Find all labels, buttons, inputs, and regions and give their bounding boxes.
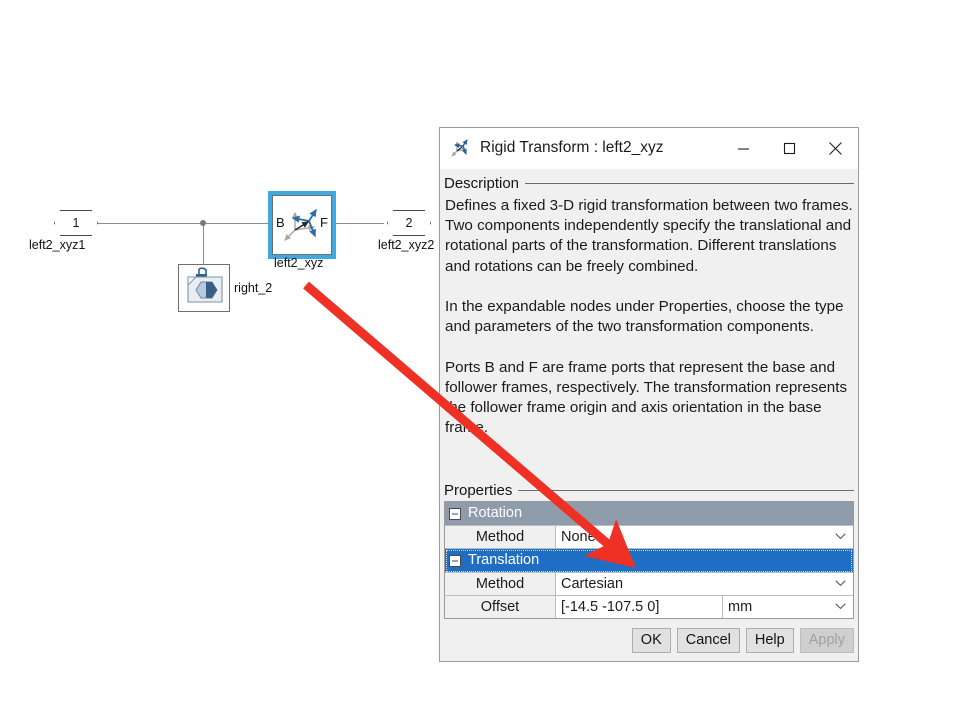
properties-table[interactable]: Rotation Method None Translation Method …	[444, 501, 854, 619]
output-port-block[interactable]: 2	[387, 210, 431, 236]
property-unit: mm	[728, 599, 753, 615]
chevron-down-icon	[835, 580, 846, 587]
dialog-title: Rigid Transform : left2_xyz	[480, 139, 664, 156]
description-group-header: Description	[444, 175, 854, 192]
translation-method-dropdown[interactable]: Cartesian	[556, 573, 853, 595]
property-row-rotation-method[interactable]: Method None	[445, 526, 853, 549]
input-port-label: left2_xyz1	[29, 238, 86, 252]
rigid-transform-axes-icon	[451, 139, 468, 157]
signal-line-in	[98, 223, 272, 224]
rigid-transform-axes-icon	[284, 208, 317, 241]
group-divider-line	[518, 490, 854, 491]
dialog-body: Description Defines a fixed 3-D rigid tr…	[440, 169, 858, 619]
description-text: Defines a fixed 3-D rigid transformation…	[445, 197, 853, 437]
ok-button[interactable]: OK	[631, 627, 671, 653]
close-button[interactable]	[812, 128, 858, 168]
apply-button: Apply	[799, 627, 854, 653]
properties-group-header: Properties	[444, 482, 854, 499]
property-value: [-14.5 -107.5 0]	[561, 599, 660, 615]
minimize-icon	[737, 147, 749, 150]
file-solid-icon	[187, 267, 223, 303]
property-group-translation[interactable]: Translation	[445, 549, 853, 573]
input-port-block[interactable]: 1	[54, 210, 98, 236]
description-group-label: Description	[444, 175, 520, 192]
input-port-number: 1	[72, 216, 80, 230]
rotation-method-dropdown[interactable]: None	[556, 526, 853, 548]
offset-value-input[interactable]: [-14.5 -107.5 0]	[556, 596, 722, 618]
rigid-transform-block[interactable]: B F	[268, 191, 336, 259]
offset-unit-dropdown[interactable]: mm	[722, 596, 853, 618]
solid-block-label: right_2	[234, 281, 273, 295]
chevron-down-icon	[835, 533, 846, 540]
port-hexagon: 2	[387, 210, 431, 236]
property-label: Method	[445, 526, 556, 548]
property-value: None	[561, 529, 596, 545]
property-row-translation-offset[interactable]: Offset [-14.5 -107.5 0] mm	[445, 596, 853, 619]
signal-line-out	[332, 223, 384, 224]
dialog-titlebar[interactable]: Rigid Transform : left2_xyz	[440, 128, 858, 169]
transform-block-label: left2_xyz	[274, 256, 324, 270]
maximize-icon	[783, 142, 795, 154]
group-divider-line	[525, 183, 854, 184]
signal-line-branch	[203, 223, 204, 264]
property-row-translation-method[interactable]: Method Cartesian	[445, 573, 853, 596]
help-button[interactable]: Help	[745, 627, 794, 653]
property-value: Cartesian	[561, 576, 624, 592]
collapse-expander-icon[interactable]	[449, 507, 461, 520]
properties-group-label: Properties	[444, 482, 513, 499]
signal-junction	[200, 220, 206, 226]
chevron-down-icon	[835, 603, 846, 610]
dialog-button-bar: OK Cancel Help Apply	[440, 619, 858, 661]
output-port-label: left2_xyz2	[378, 238, 435, 252]
property-group-label: Translation	[468, 552, 540, 569]
property-label: Method	[445, 573, 556, 595]
property-group-rotation[interactable]: Rotation	[445, 502, 853, 526]
maximize-button[interactable]	[766, 128, 812, 168]
rigid-transform-dialog[interactable]: Rigid Transform : left2_xyz Description …	[439, 127, 859, 662]
property-group-label: Rotation	[468, 505, 523, 522]
solid-block[interactable]	[178, 264, 230, 312]
cancel-button[interactable]: Cancel	[676, 627, 740, 653]
collapse-expander-icon[interactable]	[449, 554, 461, 567]
port-hexagon: 1	[54, 210, 98, 236]
close-icon	[828, 141, 842, 155]
minimize-button[interactable]	[720, 128, 766, 168]
property-label: Offset	[445, 596, 556, 618]
output-port-number: 2	[405, 216, 413, 230]
